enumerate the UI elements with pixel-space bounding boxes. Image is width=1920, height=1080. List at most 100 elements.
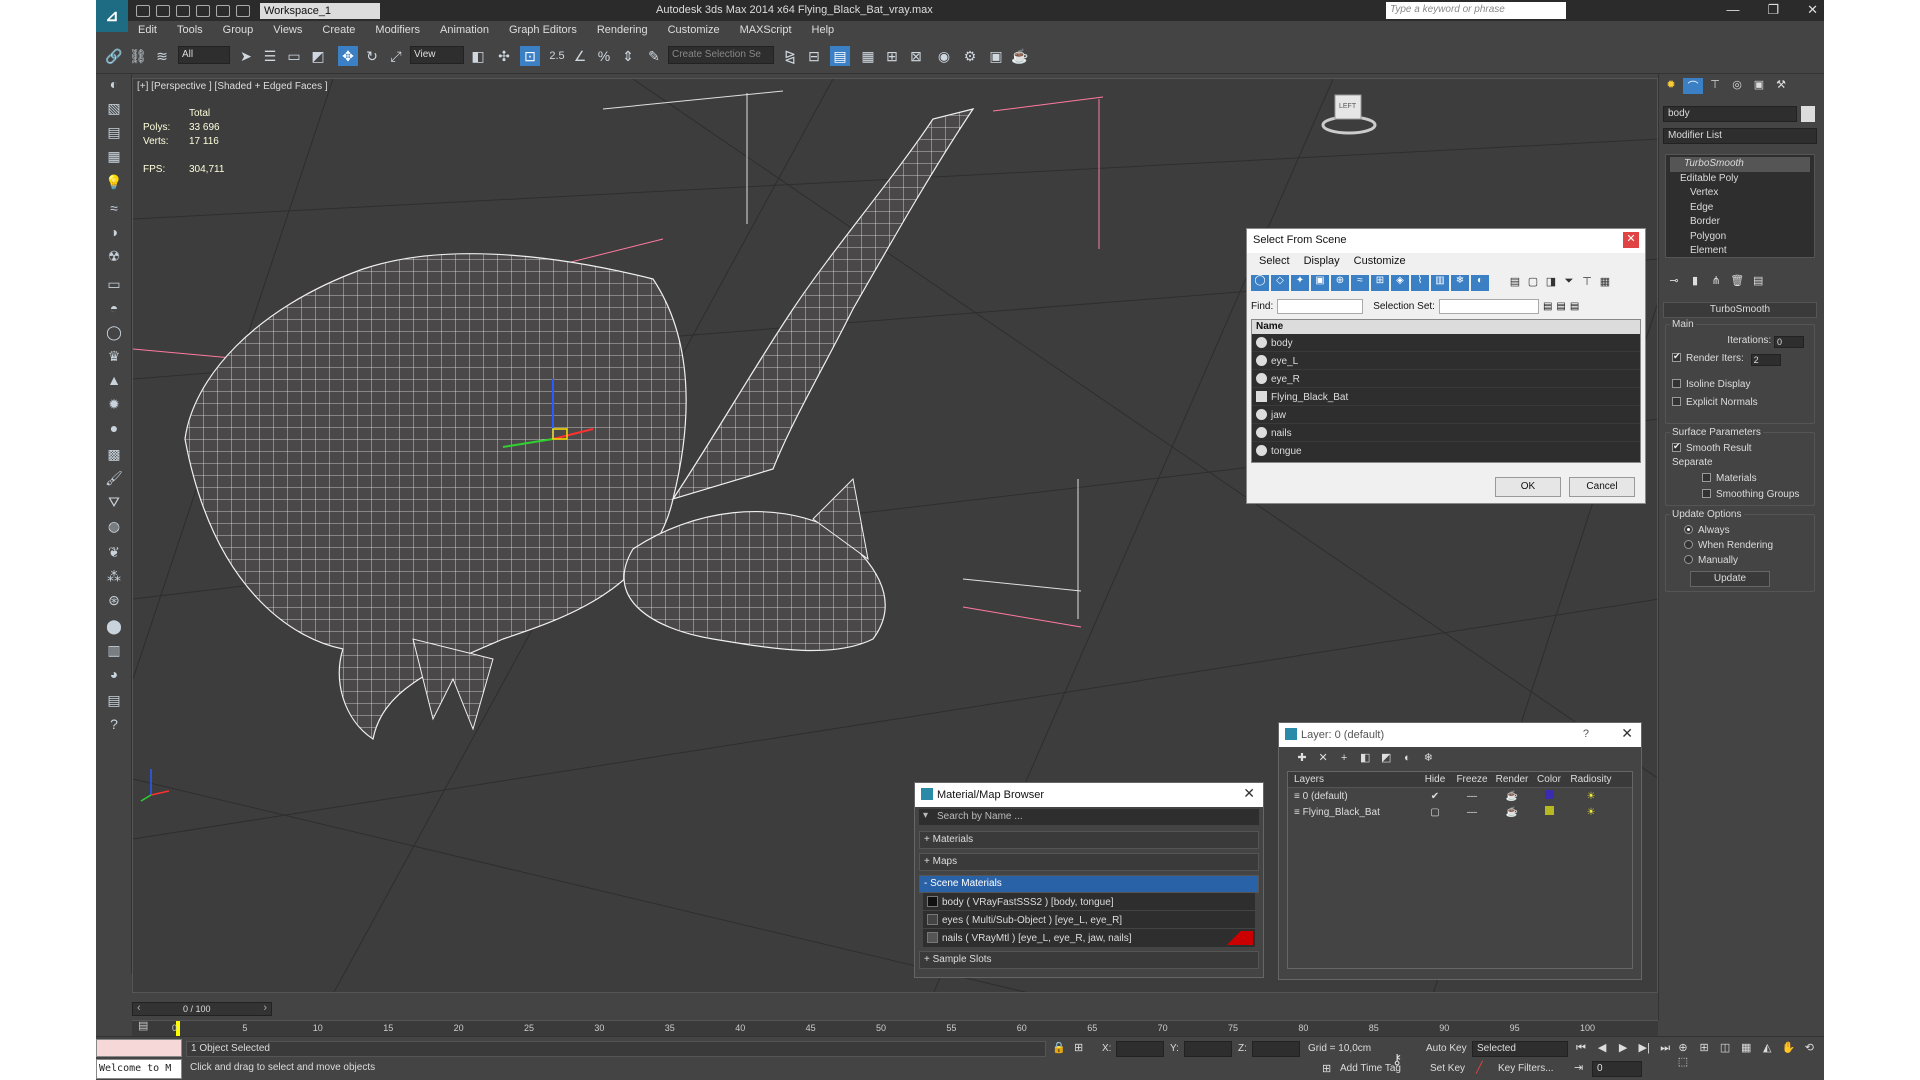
auto-key-button[interactable]: Auto Key	[1426, 1043, 1467, 1054]
menu-customize[interactable]: Customize	[1354, 255, 1406, 269]
redo-icon[interactable]	[216, 4, 230, 17]
layer-radiosity-icon[interactable]: ☀	[1566, 791, 1616, 802]
menu-select[interactable]: Select	[1259, 255, 1290, 269]
help-icon[interactable]: ?	[1583, 728, 1589, 740]
object-name-field[interactable]: body	[1663, 106, 1797, 122]
materials-checkbox[interactable]	[1702, 473, 1711, 482]
paint-icon[interactable]: 🖌	[104, 468, 124, 488]
helpers-icon[interactable]: 💡	[104, 172, 124, 192]
selection-set-dropdown[interactable]	[1438, 298, 1539, 314]
edit-set-icon[interactable]: ▤	[1570, 301, 1579, 312]
pin-stack-icon[interactable]: ⊸	[1667, 274, 1681, 288]
always-radio[interactable]	[1684, 525, 1693, 534]
select-rotate-icon[interactable]: ↻	[362, 46, 382, 66]
zoom-extents-icon[interactable]: ◫	[1718, 1041, 1732, 1055]
make-unique-icon[interactable]: ⋔	[1709, 274, 1723, 288]
filter-cameras-icon[interactable]: ▣	[1311, 275, 1329, 291]
search-options-icon[interactable]: ▾	[923, 810, 928, 821]
goto-start-icon[interactable]: ⏮	[1574, 1042, 1588, 1056]
when-rendering-radio[interactable]	[1684, 540, 1693, 549]
render-iters-spinner[interactable]: 2	[1750, 354, 1781, 366]
freeze-all-icon[interactable]: ❄	[1421, 751, 1435, 765]
layer-render-teapot-icon[interactable]: ☕	[1492, 791, 1532, 802]
smoothing-groups-checkbox[interactable]	[1702, 489, 1711, 498]
set-key-button[interactable]: Set Key	[1430, 1063, 1465, 1074]
filter-helpers-icon[interactable]: ⊕	[1331, 275, 1349, 291]
app-logo-icon[interactable]: ⊿	[96, 0, 128, 32]
key-mode-dropdown[interactable]: Selected	[1472, 1041, 1568, 1057]
maps-group[interactable]: + Maps	[919, 853, 1259, 871]
remove-modifier-icon[interactable]: 🗑	[1730, 274, 1744, 288]
maximize-viewport-icon[interactable]: ⬚	[1676, 1055, 1690, 1069]
mini-curve-editor-icon[interactable]: ▤	[138, 1019, 152, 1033]
layer-color-swatch[interactable]	[1532, 806, 1566, 818]
ref-coord-dropdown[interactable]: View	[410, 46, 464, 64]
render-setup-icon[interactable]: ⚙	[960, 46, 980, 66]
window-crossing-icon[interactable]: ◩	[308, 46, 328, 66]
layer-color-swatch[interactable]	[1532, 790, 1566, 802]
maxscript-listener[interactable]: Welcome to M	[96, 1059, 182, 1079]
layer-current-box-icon[interactable]: ▢	[1418, 807, 1452, 818]
box-icon[interactable]: ▭	[104, 274, 124, 294]
menu-rendering[interactable]: Rendering	[587, 24, 658, 36]
undo-icon[interactable]	[196, 4, 210, 17]
highlight-selected-icon[interactable]: ◩	[1379, 751, 1393, 765]
create-tab-icon[interactable]: ✹	[1661, 78, 1681, 94]
manually-radio[interactable]	[1684, 555, 1693, 564]
col-render[interactable]: Render	[1492, 772, 1532, 787]
filter-shapes-icon[interactable]: ◇	[1271, 275, 1289, 291]
bind-space-warp-icon[interactable]: ≋	[152, 46, 172, 66]
maximize-icon[interactable]: ❐	[1767, 2, 1779, 18]
curve-editor-icon[interactable]: ⊞	[882, 46, 902, 66]
iterations-spinner[interactable]: 0	[1774, 336, 1804, 348]
open-file-icon[interactable]	[156, 4, 170, 17]
filter-lights-icon[interactable]: ✦	[1291, 275, 1309, 291]
create-layer-icon[interactable]: ✚	[1295, 751, 1309, 765]
add-to-layer-icon[interactable]: +	[1337, 752, 1351, 766]
hair-icon[interactable]: ⁂	[104, 566, 124, 586]
cone-icon[interactable]: ▲	[104, 370, 124, 390]
current-frame-field[interactable]: 0	[1592, 1061, 1642, 1077]
set-key-icon[interactable]: ⚷	[1392, 1051, 1402, 1068]
absolute-mode-icon[interactable]: ⊞	[1074, 1041, 1083, 1054]
minimize-icon[interactable]: —	[1726, 2, 1739, 18]
filter-xrefs-icon[interactable]: ◈	[1391, 275, 1409, 291]
find-input[interactable]	[1277, 298, 1364, 314]
filter-bones-icon[interactable]: ⌇	[1411, 275, 1429, 291]
list-item[interactable]: body	[1252, 334, 1640, 352]
pyramid-icon[interactable]: ⛛	[104, 492, 124, 512]
bat-model[interactable]	[184, 108, 975, 740]
update-button[interactable]: Update	[1690, 571, 1770, 587]
close-icon[interactable]: ✕	[1243, 785, 1255, 802]
create-lights-icon[interactable]: ▤	[104, 122, 124, 142]
utilities-tab-icon[interactable]: ⚒	[1771, 78, 1791, 94]
menu-create[interactable]: Create	[312, 24, 365, 36]
display-tab-icon[interactable]: ▣	[1749, 78, 1769, 94]
ok-button[interactable]: OK	[1495, 477, 1561, 497]
configure-sets-icon[interactable]: ▤	[1751, 274, 1765, 288]
keyboard-shortcut-icon[interactable]: ⊡	[520, 46, 540, 66]
spacewarps-icon[interactable]: ≈	[104, 198, 124, 218]
maxscript-listener-top[interactable]	[96, 1039, 182, 1057]
named-selection-set-dropdown[interactable]: Create Selection Se	[668, 46, 774, 64]
select-by-name-icon[interactable]: ☰	[260, 46, 280, 66]
menu-animation[interactable]: Animation	[430, 24, 499, 36]
cloth-icon[interactable]: ⊛	[104, 590, 124, 610]
menu-graph-editors[interactable]: Graph Editors	[499, 24, 587, 36]
material-editor-icon[interactable]: ◉	[934, 46, 954, 66]
select-invert-icon[interactable]: ◨	[1543, 275, 1559, 291]
layers-icon[interactable]: ▤	[104, 690, 124, 710]
globe-icon[interactable]: ◍	[104, 516, 124, 536]
filter-funnel-icon[interactable]: ⏷	[1561, 275, 1577, 291]
time-slider-prev[interactable]: ‹	[137, 1002, 141, 1014]
turbosmooth-rollout-header[interactable]: TurboSmooth	[1663, 302, 1817, 318]
stack-item-vertex[interactable]: Vertex	[1670, 186, 1810, 201]
filter-groups-icon[interactable]: ⊞	[1371, 275, 1389, 291]
stack-item-polygon[interactable]: Polygon	[1670, 230, 1810, 245]
menu-group[interactable]: Group	[213, 24, 264, 36]
link-icon[interactable]: 🔗	[104, 46, 124, 66]
list-item[interactable]: tongue	[1252, 442, 1640, 460]
render-iters-checkbox[interactable]	[1672, 351, 1681, 362]
menu-views[interactable]: Views	[263, 24, 312, 36]
columns-icon[interactable]: ▦	[1597, 275, 1613, 291]
